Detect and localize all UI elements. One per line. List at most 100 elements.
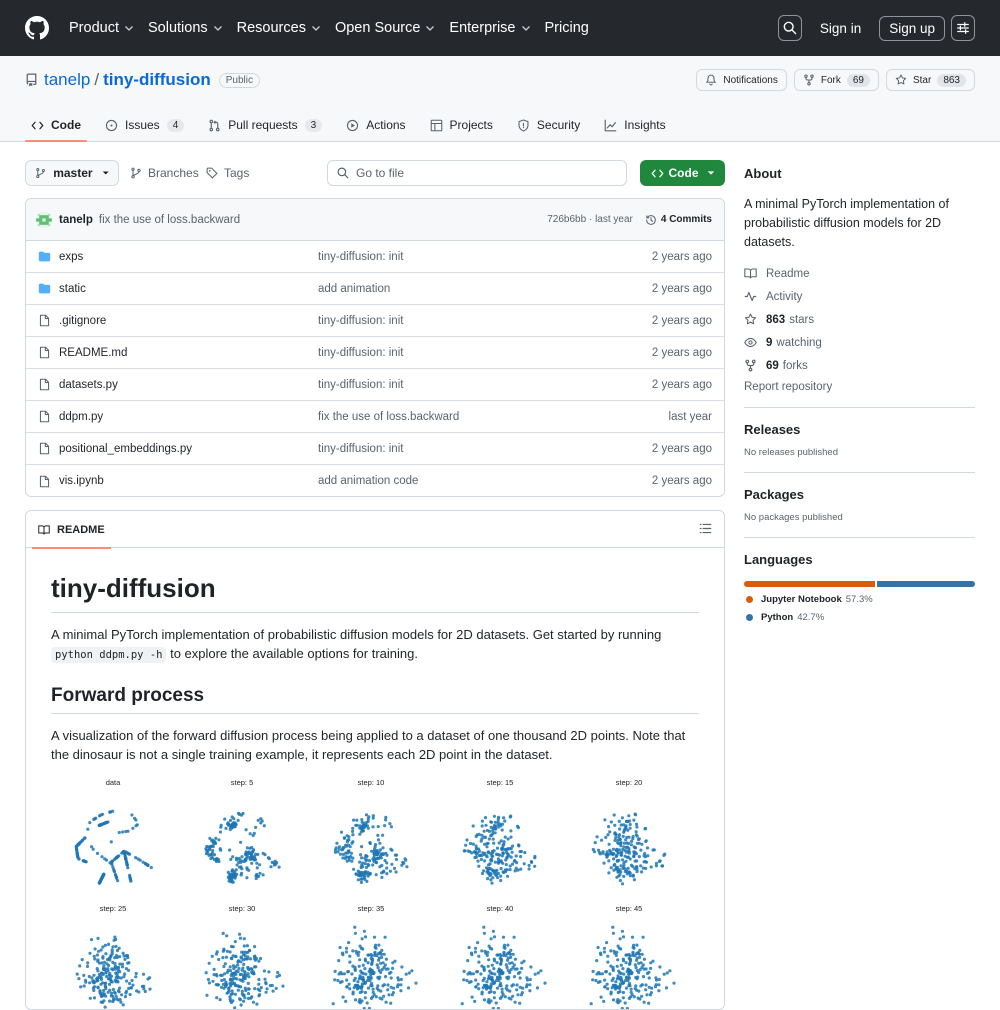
scatter-point	[463, 970, 466, 973]
table-of-contents-icon[interactable]	[699, 522, 712, 535]
releases-heading[interactable]: Releases	[744, 422, 975, 437]
scatter-point	[101, 992, 104, 995]
settings-sliders-icon[interactable]	[951, 15, 975, 41]
branch-selector[interactable]: master	[25, 160, 119, 186]
fork-button[interactable]: Fork 69	[794, 69, 879, 91]
file-name-link[interactable]: datasets.py	[59, 379, 118, 391]
tab-issues[interactable]: Issues4	[99, 108, 190, 142]
scatter-point	[237, 959, 240, 962]
scatter-point	[399, 989, 402, 992]
file-commit-message-link[interactable]: fix the use of loss.backward	[318, 411, 459, 423]
file-name-link[interactable]: ddpm.py	[59, 411, 103, 423]
nav-open-source[interactable]: Open Source	[335, 20, 435, 36]
scatter-point	[339, 981, 342, 984]
language-name: Jupyter Notebook	[761, 594, 842, 605]
file-name-link[interactable]: README.md	[59, 347, 127, 359]
scatter-point	[617, 869, 620, 872]
scatter-point	[223, 972, 226, 975]
scatter-point	[488, 874, 491, 877]
search-icon[interactable]	[778, 15, 802, 41]
scatter-point	[643, 958, 646, 961]
file-commit-message-link[interactable]: add animation code	[318, 475, 418, 487]
scatter-point	[146, 977, 149, 980]
scatter-point	[271, 861, 274, 864]
tab-security[interactable]: Security	[511, 108, 586, 142]
stars-link[interactable]: 863stars	[744, 308, 975, 331]
file-name-link[interactable]: vis.ipynb	[59, 475, 104, 487]
scatter-point	[611, 979, 614, 982]
star-button[interactable]: Star 863	[886, 69, 975, 91]
repo-owner-link[interactable]: tanelp	[44, 70, 90, 90]
file-name-link[interactable]: static	[59, 283, 86, 295]
file-commit-message-link[interactable]: tiny-diffusion: init	[318, 315, 403, 327]
scatter-point	[373, 936, 376, 939]
file-name-link[interactable]: positional_embeddings.py	[59, 443, 192, 455]
scatter-point	[519, 850, 522, 853]
scatter-point	[129, 993, 132, 996]
scatter-point	[493, 869, 496, 872]
scatter-point	[134, 975, 137, 978]
scatter-point	[648, 976, 651, 979]
tab-projects[interactable]: Projects	[424, 108, 499, 142]
repo-tabs: Code Issues4 Pull requests3 Actions Projects…	[25, 108, 684, 142]
commit-author[interactable]: tanelp	[59, 214, 93, 226]
packages-heading[interactable]: Packages	[744, 487, 975, 502]
watchers-link[interactable]: 9watching	[744, 331, 975, 354]
readme-tab[interactable]: README	[32, 511, 111, 548]
tab-code[interactable]: Code	[25, 108, 87, 142]
scatter-point	[510, 856, 513, 859]
diffusion-step-plot: step: 40	[438, 904, 562, 1010]
scatter-point	[615, 848, 618, 851]
file-commit-message-link[interactable]: tiny-diffusion: init	[318, 347, 403, 359]
github-logo-icon[interactable]	[25, 16, 49, 40]
scatter-point	[529, 978, 532, 981]
tab-pull-requests[interactable]: Pull requests3	[202, 108, 328, 142]
scatter-point	[631, 936, 634, 939]
scatter-point	[499, 875, 502, 878]
readme-link[interactable]: Readme	[744, 262, 975, 285]
report-repository-link[interactable]: Report repository	[744, 381, 975, 393]
chevron-down-icon	[311, 23, 321, 33]
activity-link[interactable]: Activity	[744, 285, 975, 308]
file-commit-message-link[interactable]: tiny-diffusion: init	[318, 443, 403, 455]
file-commit-message-link[interactable]: tiny-diffusion: init	[318, 379, 403, 391]
scatter-point	[335, 846, 338, 849]
avatar[interactable]	[36, 212, 52, 228]
scatter-point	[612, 932, 615, 935]
nav-pricing[interactable]: Pricing	[545, 20, 589, 36]
nav-solutions[interactable]: Solutions	[148, 20, 223, 36]
file-name-link[interactable]: exps	[59, 251, 83, 263]
language-item[interactable]: Python42.7%	[744, 612, 975, 623]
sign-up-button[interactable]: Sign up	[879, 16, 945, 41]
nav-enterprise[interactable]: Enterprise	[449, 20, 530, 36]
scatter-point	[509, 949, 512, 952]
notifications-button[interactable]: Notifications	[696, 69, 786, 91]
scatter-point	[239, 985, 242, 988]
commit-hash[interactable]: 726b6bb	[547, 214, 586, 225]
code-dropdown-button[interactable]: Code	[640, 160, 725, 186]
forks-link[interactable]: 69forks	[744, 354, 975, 377]
scatter-point	[485, 854, 488, 857]
tab-insights[interactable]: Insights	[598, 108, 671, 142]
nav-resources[interactable]: Resources	[237, 20, 321, 36]
go-to-file-input[interactable]: Go to file	[327, 160, 627, 186]
scatter-point	[612, 869, 615, 872]
file-commit-message-link[interactable]: tiny-diffusion: init	[318, 251, 403, 263]
tab-actions[interactable]: Actions	[340, 108, 411, 142]
sign-in-link[interactable]: Sign in	[820, 21, 861, 36]
commit-message[interactable]: fix the use of loss.backward	[99, 214, 240, 226]
language-item[interactable]: Jupyter Notebook57.3%	[744, 594, 975, 605]
nav-product[interactable]: Product	[69, 20, 134, 36]
repo-name-link[interactable]: tiny-diffusion	[103, 70, 211, 90]
file-name-link[interactable]: .gitignore	[59, 315, 106, 327]
scatter-point	[208, 981, 211, 984]
scatter-point	[209, 857, 212, 860]
branches-link[interactable]: Branches	[130, 160, 199, 186]
tags-link[interactable]: Tags	[206, 160, 249, 186]
scatter-point	[83, 837, 86, 840]
commits-link[interactable]: 4 Commits	[645, 214, 712, 226]
scatter-point	[488, 1001, 491, 1004]
file-commit-message-link[interactable]: add animation	[318, 283, 390, 295]
scatter-point	[94, 947, 97, 950]
readme-title: tiny-diffusion	[51, 573, 699, 613]
